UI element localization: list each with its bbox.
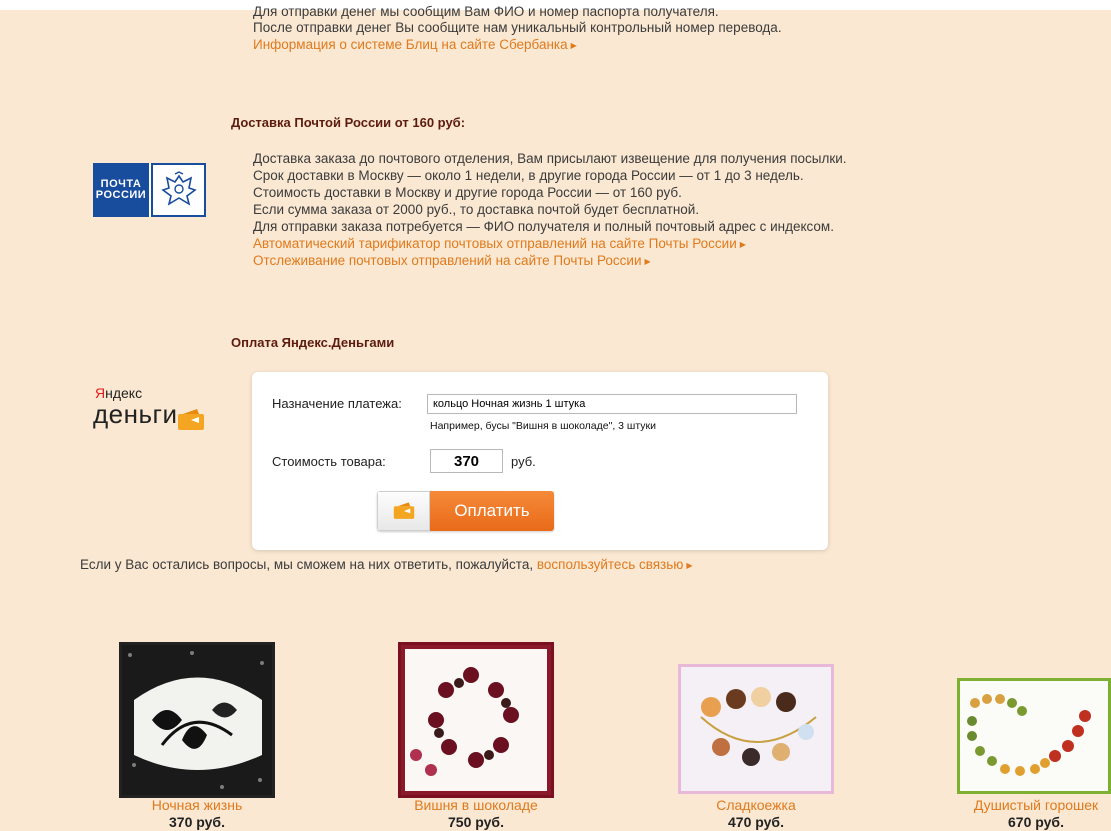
chevron-right-icon: ▶	[739, 240, 746, 249]
product-image-sladkoezhka[interactable]	[678, 664, 834, 794]
questions-line: Если у Вас остались вопросы, мы сможем н…	[80, 557, 693, 574]
blitz-text-line-1: Для отправки денег мы сообщим Вам ФИО и …	[253, 4, 719, 19]
post-text-line-5: Для отправки заказа потребуется — ФИО по…	[253, 219, 834, 234]
cost-label: Стоимость товара:	[272, 454, 386, 469]
chevron-right-icon: ▶	[644, 257, 651, 266]
chevron-right-icon: ▶	[570, 41, 577, 50]
product-name-link[interactable]: Сладкоежка	[656, 797, 856, 813]
product-image-nochnaya-zhizn[interactable]	[119, 642, 275, 798]
currency-label: руб.	[511, 454, 536, 469]
pochta-logo-text: ПОЧТА РОССИИ	[93, 163, 149, 217]
yandex-section-title: Оплата Яндекс.Деньгами	[231, 335, 395, 350]
pochta-rossii-logo: ПОЧТА РОССИИ	[93, 163, 206, 217]
post-text-line-1: Доставка заказа до почтового отделения, …	[253, 151, 847, 166]
pay-button-label: Оплатить	[430, 491, 554, 531]
product-name-link[interactable]: Душистый горошек	[936, 797, 1111, 813]
product-image-vishnya-v-shokolade[interactable]	[398, 642, 554, 798]
product-price: 470 руб.	[728, 814, 784, 830]
yandex-payment-form: Назначение платежа: Например, бусы "Вишн…	[252, 372, 828, 550]
product-price: 670 руб.	[1008, 814, 1064, 830]
product-image-dushistyy-goroshek[interactable]	[957, 678, 1111, 794]
post-text-line-3: Стоимость доставки в Москву и другие гор…	[253, 185, 682, 200]
purpose-input[interactable]	[427, 394, 797, 414]
blitz-info-link[interactable]: Информация о системе Блиц на сайте Сберб…	[253, 37, 577, 54]
wallet-icon	[178, 409, 204, 430]
money-logo-wordmark: деньги	[93, 399, 178, 429]
product-price: 750 руб.	[448, 814, 504, 830]
contact-link[interactable]: воспользуйтесь связью	[537, 557, 684, 572]
cost-input[interactable]	[430, 449, 503, 473]
product-name-link[interactable]: Вишня в шоколаде	[376, 797, 576, 813]
product-name-link[interactable]: Ночная жизнь	[97, 797, 297, 813]
blitz-info-link-text[interactable]: Информация о системе Блиц на сайте Сберб…	[253, 37, 568, 52]
yandex-money-logo: Яндекс деньги	[93, 385, 213, 445]
purpose-hint: Например, бусы "Вишня в шоколаде", 3 шту…	[430, 420, 656, 432]
post-text-line-2: Срок доставки в Москву — около 1 недели,…	[253, 168, 804, 183]
post-tariff-link-text[interactable]: Автоматический тарификатор почтовых отпр…	[253, 236, 737, 251]
post-tracking-link-text[interactable]: Отслеживание почтовых отправлений на сай…	[253, 253, 642, 268]
blitz-text-line-2: После отправки денег Вы сообщите нам уни…	[253, 20, 782, 35]
pay-button[interactable]: Оплатить	[377, 491, 554, 531]
wallet-icon	[377, 491, 430, 531]
post-section-title: Доставка Почтой России от 160 руб:	[231, 115, 466, 130]
post-tracking-link[interactable]: Отслеживание почтовых отправлений на сай…	[253, 253, 651, 270]
pochta-logo-line-2: РОССИИ	[95, 189, 147, 201]
eagle-emblem-icon	[151, 163, 206, 217]
chevron-right-icon: ▶	[686, 561, 693, 570]
product-price: 370 руб.	[169, 814, 225, 830]
purpose-label: Назначение платежа:	[272, 396, 402, 411]
post-tariff-link[interactable]: Автоматический тарификатор почтовых отпр…	[253, 236, 746, 253]
questions-text: Если у Вас остались вопросы, мы сможем н…	[80, 557, 534, 572]
post-text-line-4: Если сумма заказа от 2000 руб., то доста…	[253, 202, 700, 217]
